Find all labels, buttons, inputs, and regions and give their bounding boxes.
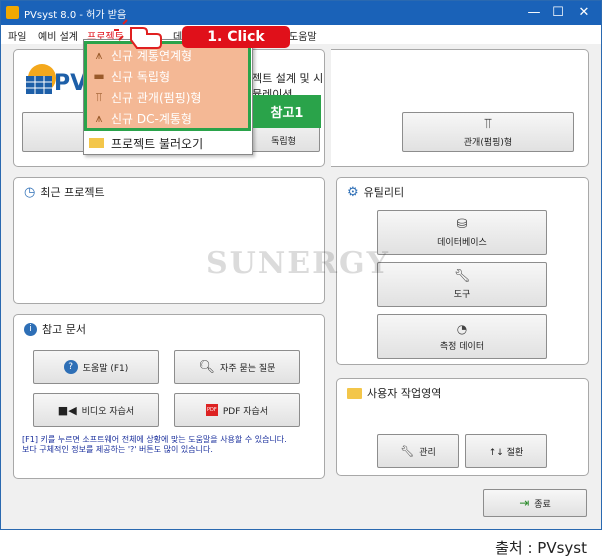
pump-icon: ⫪ — [95, 89, 103, 104]
wrench-icon: 🔧︎ — [400, 444, 415, 458]
help-note: [F1] 키를 누르면 소프트웨어 전체에 상황에 맞는 도움말을 사용할 수 … — [22, 435, 287, 454]
pvsyst-main-window: PVsyst 8.0 - 허가 받음 — ☐ ✕ 파일 예비 설계 프로젝트 데… — [0, 0, 602, 530]
svg-text:PV: PV — [54, 71, 84, 96]
gauge-icon: ◔ — [456, 321, 468, 336]
pumping-label: 관개(펌핑)형 — [463, 138, 513, 148]
gear-icon: ⚙ — [347, 184, 359, 200]
menu-help[interactable]: 도움말 — [289, 28, 317, 43]
pump-icon: ⫪ — [484, 116, 492, 132]
pdf-tutorial-button[interactable]: PDF PDF 자습서 — [174, 393, 300, 427]
pylon-icon: ⩚ — [95, 110, 103, 125]
utility-title: ⚙ 유틸리티 — [347, 184, 405, 200]
close-button[interactable]: ✕ — [567, 1, 601, 25]
info-icon: i — [24, 322, 37, 336]
reference-annotation: 참고1 — [253, 95, 321, 128]
pvsyst-logo: PV — [22, 58, 87, 102]
folder-icon — [347, 387, 362, 399]
source-caption: 출처 : PVsyst — [495, 539, 587, 557]
reference-docs-panel: i 참고 문서 ? 도움말 (F1) 🔍︎ 자주 묻는 질문 ■◀ 비디오 자습… — [13, 314, 325, 479]
wrench-icon: 🔧︎ — [453, 269, 471, 284]
recent-projects-panel: ◷ 최근 프로젝트 — [13, 177, 325, 304]
reference-docs-title: i 참고 문서 — [24, 321, 86, 337]
exit-icon: ⇥ — [519, 496, 530, 510]
menu-file[interactable]: 파일 — [8, 28, 26, 43]
faq-button[interactable]: 🔍︎ 자주 묻는 질문 — [174, 350, 300, 384]
tools-button[interactable]: 🔧︎ 도구 — [377, 262, 547, 307]
recent-projects-title: ◷ 최근 프로젝트 — [24, 184, 105, 200]
video-camera-icon: ■◀ — [57, 403, 77, 417]
pdf-icon: PDF — [205, 404, 218, 416]
window-title: PVsyst 8.0 - 허가 받음 — [24, 10, 127, 21]
user-workspace-panel: 사용자 작업영역 🔧︎ 관리 ↑↓ 절환 — [336, 378, 589, 476]
video-tutorial-button[interactable]: ■◀ 비디오 자습서 — [33, 393, 159, 427]
standalone-label: 독립형 — [271, 137, 296, 147]
workspace-toggle-button[interactable]: ↑↓ 절환 — [465, 434, 547, 468]
new-standalone-item[interactable]: ▬ 신규 독립형 — [87, 65, 254, 87]
new-pumping-item[interactable]: ⫪ 신규 관개(펌핑)형 — [87, 86, 254, 108]
open-folder-icon — [89, 138, 104, 148]
menu-presizing[interactable]: 예비 설계 — [38, 28, 78, 43]
watermark-text: SUNERGY — [206, 246, 391, 281]
database-icon: ⛁ — [456, 217, 468, 232]
load-project-item[interactable]: 프로젝트 불러오기 — [84, 132, 252, 154]
database-button[interactable]: ⛁ 데이터베이스 — [377, 210, 547, 255]
click-annotation: 1. Click — [182, 26, 290, 48]
app-icon — [6, 6, 19, 19]
exit-button[interactable]: ⇥ 종료 — [483, 489, 587, 517]
help-icon: ? — [63, 360, 78, 374]
measured-data-button[interactable]: ◔ 측정 데이터 — [377, 314, 547, 359]
new-project-highlight: ⩚ 신규 계통연계형 ▬ 신규 독립형 ⫪ 신규 관개(펌핑)형 ⩚ 신규 DC-계통형 — [84, 41, 251, 131]
pylon-icon: ⩚ — [95, 47, 103, 62]
workspace-manage-button[interactable]: 🔧︎ 관리 — [377, 434, 459, 468]
help-button[interactable]: ? 도움말 (F1) — [33, 350, 159, 384]
clock-icon: ◷ — [24, 184, 36, 200]
magnifier-icon: 🔍︎ — [198, 359, 216, 375]
user-workspace-title: 사용자 작업영역 — [347, 385, 441, 401]
click-cursor-icon — [113, 18, 169, 50]
battery-icon: ▬ — [93, 69, 105, 83]
pumping-button[interactable]: ⫪ 관개(펌핑)형 — [402, 112, 574, 152]
title-bar: PVsyst 8.0 - 허가 받음 — ☐ ✕ — [1, 1, 601, 25]
project-design-panel-right: ⫪ 관개(펌핑)형 — [331, 49, 589, 167]
new-dc-grid-item[interactable]: ⩚ 신규 DC-계통형 — [87, 107, 254, 129]
